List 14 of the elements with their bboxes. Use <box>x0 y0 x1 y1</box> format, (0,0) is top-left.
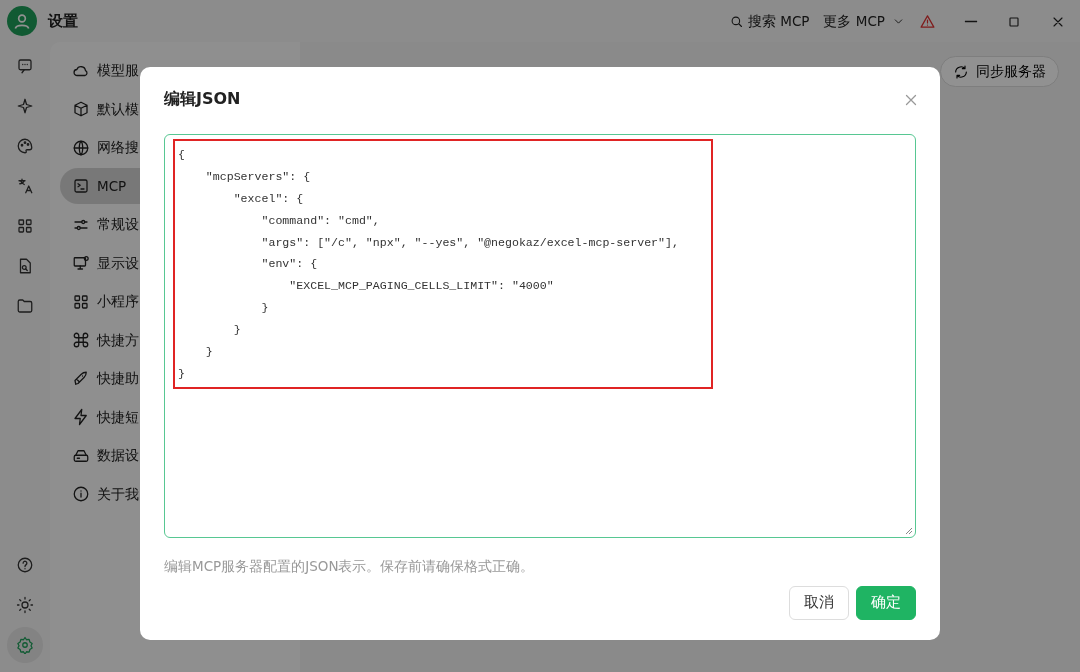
hint-text: 编辑MCP服务器配置的JSON表示。保存前请确保格式正确。 <box>164 557 536 576</box>
window-title: 设置 <box>47 10 78 32</box>
code-line: } <box>178 365 186 382</box>
code-line: "excel": { <box>232 190 305 207</box>
code-line: "mcpServers": { <box>204 168 312 185</box>
code-line: "env": { <box>260 256 319 273</box>
code-line: { <box>178 147 186 163</box>
code-line: "EXCEL_MCP_PAGING_CELLS_LIMIT": "4000" <box>288 278 555 295</box>
code-line: "args": ["/c", "npx", "--yes", "@negokaz/excel-mcp-server"], <box>260 234 680 251</box>
code-line: "command": "cmd", <box>260 212 381 229</box>
code-line: } <box>204 344 214 360</box>
code-line: } <box>232 322 242 339</box>
code-line: } <box>260 300 270 317</box>
dialog-title: 编辑JSON <box>164 88 241 110</box>
